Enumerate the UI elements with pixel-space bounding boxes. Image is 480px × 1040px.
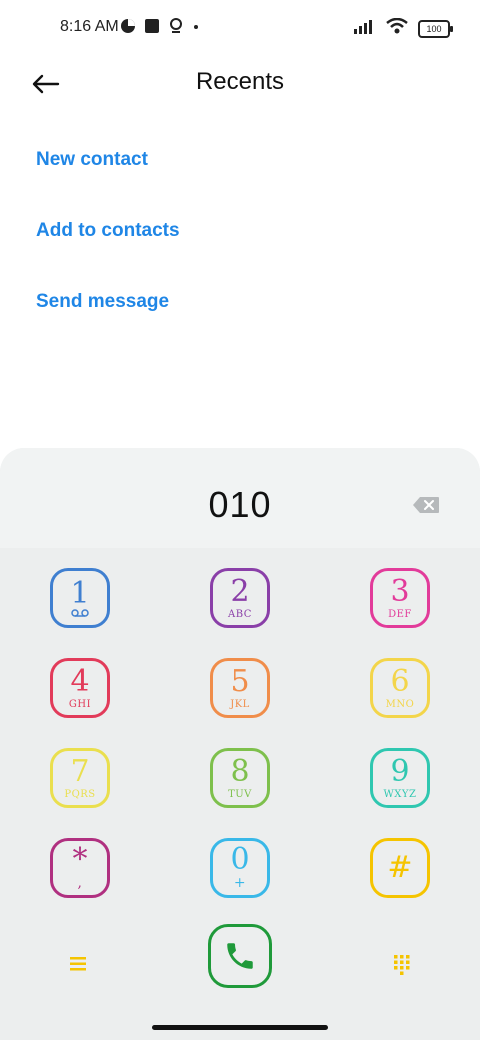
key-hash[interactable]: # xyxy=(370,838,430,898)
dot-icon xyxy=(192,18,200,39)
status-time: 8:16 AM xyxy=(60,18,119,35)
key-7[interactable]: 7 PQRS xyxy=(50,748,110,808)
key-letters: + xyxy=(233,875,247,891)
call-button[interactable] xyxy=(208,924,272,988)
key-4[interactable]: 4 GHI xyxy=(50,658,110,718)
key-digit: # xyxy=(387,850,413,885)
key-digit: * xyxy=(72,842,88,877)
send-message-link[interactable]: Send message xyxy=(36,272,480,343)
phone-icon xyxy=(227,943,253,969)
key-digit: 5 xyxy=(230,663,250,699)
backspace-button[interactable] xyxy=(412,496,440,514)
location-pin-icon xyxy=(168,18,184,39)
circle-half-icon xyxy=(120,18,136,39)
key-digit: 1 xyxy=(70,576,90,611)
key-0[interactable]: 0 + xyxy=(210,838,270,898)
key-8[interactable]: 8 TUV xyxy=(210,748,270,808)
new-contact-link[interactable]: New contact xyxy=(36,130,480,201)
key-letters: GHI xyxy=(68,698,92,710)
dialer-bottom-row xyxy=(0,924,480,1008)
key-digit: 0 xyxy=(230,842,250,877)
keypad-grid-icon xyxy=(394,955,410,975)
dialer-panel: 010 1 2 ABC 3 DEF 4 GHI 5 JKL 6 MNO 7 PQRS 8 TUV 9 WXYZ *… xyxy=(0,448,480,1040)
key-letters: DEF xyxy=(388,608,412,620)
status-icons-left xyxy=(120,18,200,39)
home-indicator[interactable] xyxy=(152,1025,328,1030)
key-2[interactable]: 2 ABC xyxy=(210,568,270,628)
status-icons-right: 100 xyxy=(354,17,453,39)
keypad-toggle-button[interactable] xyxy=(388,950,416,978)
key-digit: 9 xyxy=(390,753,410,789)
key-letters: PQRS xyxy=(64,788,96,800)
key-letters: WXYZ xyxy=(383,788,417,800)
page-title: Recents xyxy=(195,68,285,95)
actions-list: New contact Add to contacts Send message xyxy=(0,130,480,343)
backspace-icon xyxy=(413,497,439,513)
wifi-icon xyxy=(386,17,408,39)
status-bar: 8:16 AM 100 xyxy=(0,0,480,56)
key-digit: 7 xyxy=(70,753,90,789)
key-9[interactable]: 9 WXYZ xyxy=(370,748,430,808)
key-star[interactable]: *, xyxy=(50,838,110,898)
number-display-area: 010 xyxy=(0,448,480,548)
keypad: 1 2 ABC 3 DEF 4 GHI 5 JKL 6 MNO 7 PQRS 8 TUV 9 WXYZ *, 0 + # xyxy=(0,548,480,988)
key-digit: 2 xyxy=(230,573,250,609)
key-letters: , xyxy=(77,875,83,891)
voicemail-icon xyxy=(71,609,89,617)
key-digit: 3 xyxy=(390,573,410,609)
key-letters: MNO xyxy=(385,698,415,710)
key-digit: 8 xyxy=(230,753,250,789)
header: Recents xyxy=(0,56,480,112)
battery-icon: 100 xyxy=(418,19,453,38)
add-to-contacts-link[interactable]: Add to contacts xyxy=(36,201,480,272)
dialed-number: 010 xyxy=(208,484,272,525)
key-3[interactable]: 3 DEF xyxy=(370,568,430,628)
key-5[interactable]: 5 JKL xyxy=(210,658,270,718)
key-1[interactable]: 1 xyxy=(50,568,110,628)
menu-icon xyxy=(70,957,86,971)
key-letters: ABC xyxy=(228,608,252,620)
signal-icon xyxy=(354,18,376,39)
key-6[interactable]: 6 MNO xyxy=(370,658,430,718)
square-icon xyxy=(144,18,160,39)
menu-button[interactable] xyxy=(64,950,92,978)
key-letters: TUV xyxy=(228,788,252,800)
key-letters: JKL xyxy=(230,698,250,710)
key-digit: 6 xyxy=(390,663,410,699)
key-digit: 4 xyxy=(70,663,90,699)
